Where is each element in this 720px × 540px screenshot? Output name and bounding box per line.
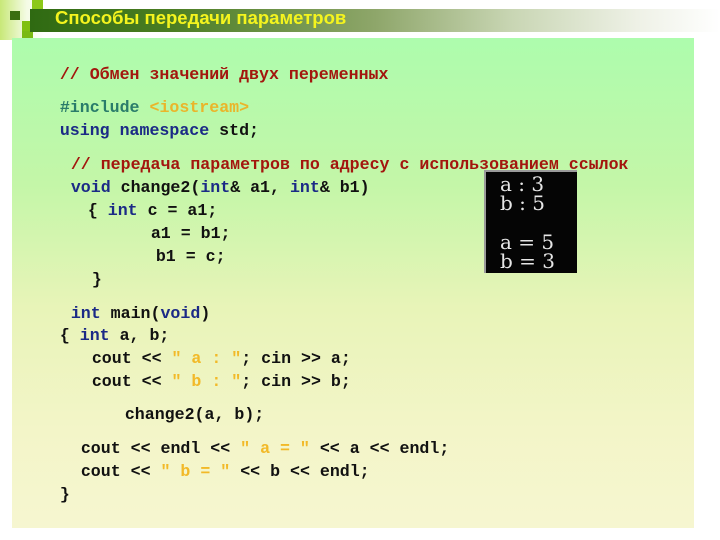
code-string: " b = ": [160, 462, 231, 481]
code-line: { int c = a1;: [48, 178, 217, 220]
code-line: cout << " b : "; cin >> b;: [52, 349, 351, 391]
code-line: }: [52, 247, 102, 289]
slide-title: Способы передачи параметров: [55, 7, 347, 28]
code-text: b1 = c;: [155, 247, 226, 266]
code-line: // передача параметров по адресу с испол…: [31, 132, 629, 174]
code-text: ): [200, 304, 211, 323]
code-text: }: [59, 485, 70, 504]
code-line: { int a, b;: [20, 303, 170, 345]
console-output: a : 3 b : 5 a = 5 b = 3: [484, 170, 577, 273]
console-line: b = 3: [500, 249, 555, 273]
code-keyword: int: [289, 178, 320, 197]
code-line: }: [20, 462, 70, 504]
code-text: {: [87, 201, 108, 220]
console-line: b : 5: [500, 191, 545, 215]
code-line: void change2(int& a1, int& b1): [31, 155, 370, 197]
code-line: cout << " a : "; cin >> a;: [52, 326, 351, 368]
code-line: change2(a, b);: [85, 382, 264, 424]
code-line: #include <iostream>: [20, 75, 249, 117]
code-text: << b << endl;: [230, 462, 370, 481]
code-text: cout <<: [80, 462, 161, 481]
code-text: & a1,: [230, 178, 290, 197]
code-line: // Обмен значений двух переменных: [20, 42, 389, 84]
decor-square: [10, 11, 20, 20]
code-line: cout << " b = " << b << endl;: [41, 439, 370, 481]
code-line: a1 = b1;: [111, 201, 231, 243]
code-text: & b1): [319, 178, 370, 197]
code-line: using namespace std;: [20, 98, 259, 140]
code-line: cout << endl << " a = " << a << endl;: [41, 416, 449, 458]
code-line: int main(void): [31, 281, 210, 323]
code-line: b1 = c;: [116, 224, 226, 266]
